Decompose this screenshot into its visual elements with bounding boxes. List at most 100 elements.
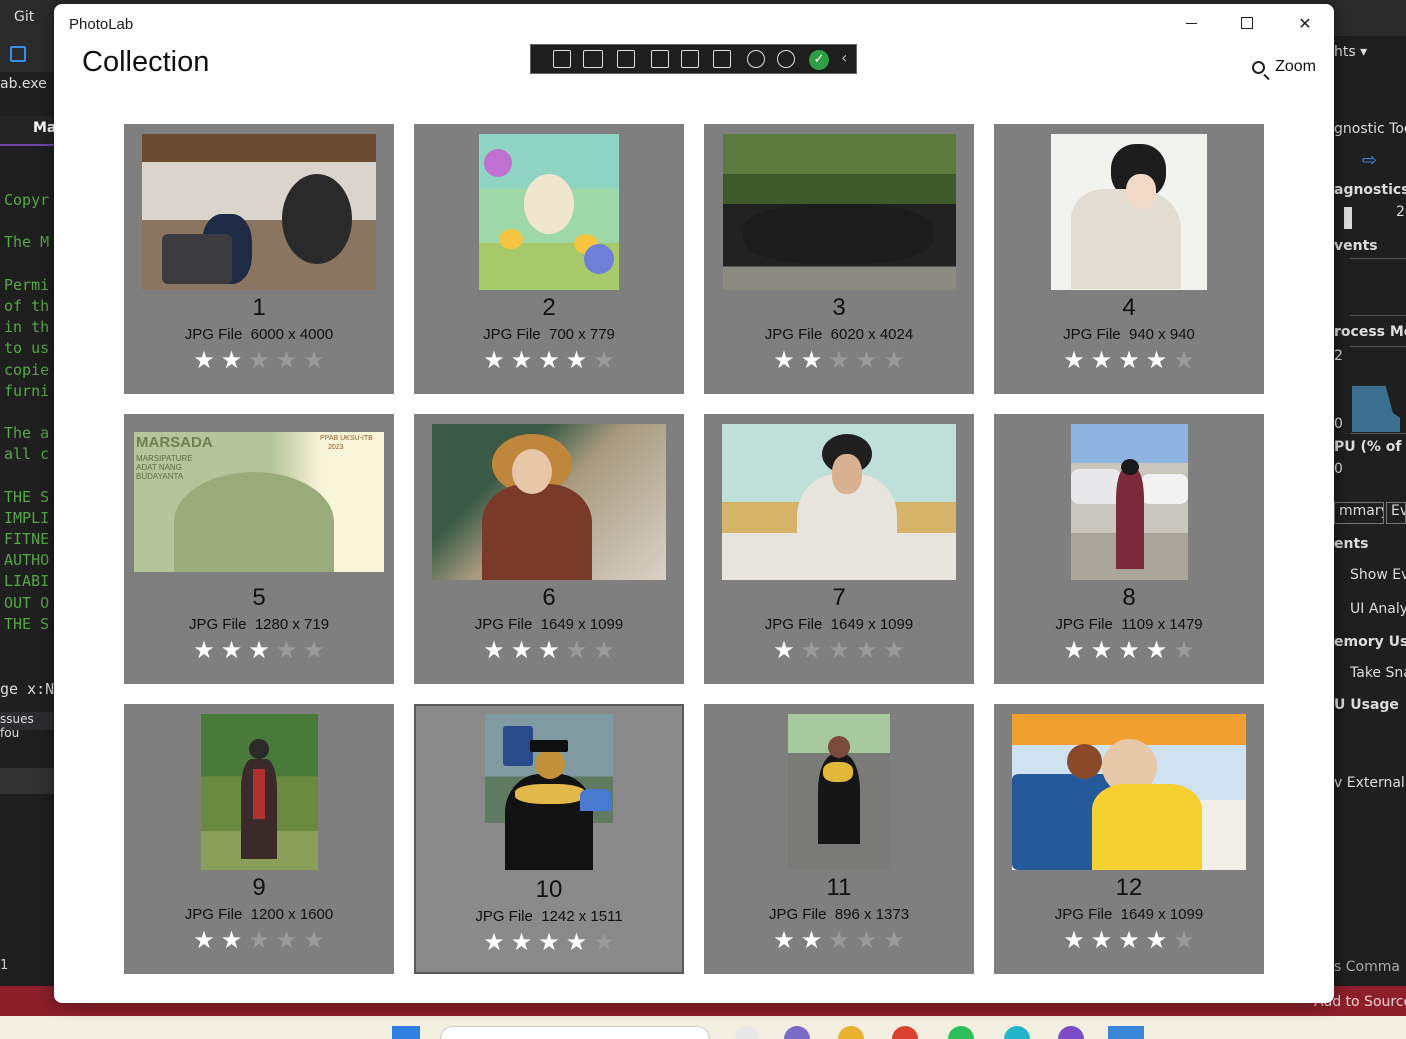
photo-card[interactable]: 12 JPG File 1649 x 1099 ★★★★★	[994, 704, 1264, 974]
photo-thumbnail[interactable]	[201, 714, 318, 870]
star-icon[interactable]: ★	[276, 926, 304, 954]
star-icon[interactable]: ★	[511, 636, 539, 664]
star-icon[interactable]: ★	[276, 636, 304, 664]
photo-card[interactable]: 10 JPG File 1242 x 1511 ★★★★★	[414, 704, 684, 974]
star-icon[interactable]: ★	[566, 636, 594, 664]
star-icon[interactable]: ★	[828, 926, 856, 954]
star-icon[interactable]: ★	[593, 928, 621, 956]
star-icon[interactable]: ★	[1063, 346, 1091, 374]
star-icon[interactable]: ★	[303, 636, 331, 664]
star-icon[interactable]: ★	[276, 346, 304, 374]
star-icon[interactable]: ★	[303, 926, 331, 954]
star-icon[interactable]: ★	[1118, 346, 1146, 374]
photo-thumbnail[interactable]	[1051, 134, 1207, 290]
star-icon[interactable]: ★	[1146, 636, 1174, 664]
star-icon[interactable]: ★	[193, 926, 221, 954]
taskbar-search[interactable]	[440, 1026, 710, 1039]
star-icon[interactable]: ★	[511, 346, 539, 374]
binding-failures-icon[interactable]	[713, 50, 731, 68]
code-editor[interactable]: Copyr The M Permi of th in th to us copie furni…	[4, 190, 49, 635]
export-icon[interactable]: ⇨	[1362, 150, 1382, 170]
star-icon[interactable]: ★	[1118, 636, 1146, 664]
star-icon[interactable]: ★	[483, 928, 511, 956]
photo-thumbnail[interactable]	[485, 714, 613, 870]
photo-card[interactable]: 11 JPG File 896 x 1373 ★★★★★	[704, 704, 974, 974]
track-focus-icon[interactable]	[681, 50, 699, 68]
photo-thumbnail[interactable]	[722, 424, 956, 580]
hot-reload-icon[interactable]	[747, 50, 765, 68]
tab-summary[interactable]: mmary	[1334, 502, 1384, 524]
star-icon[interactable]: ★	[483, 346, 511, 374]
rp-comma[interactable]: s Comma	[1334, 959, 1406, 975]
photo-thumbnail[interactable]	[1012, 714, 1246, 870]
star-icon[interactable]: ★	[193, 346, 221, 374]
photo-card[interactable]: 6 JPG File 1649 x 1099 ★★★★★	[414, 414, 684, 684]
rating-control[interactable]: ★★★★★	[704, 926, 974, 954]
star-icon[interactable]: ★	[593, 636, 621, 664]
star-icon[interactable]: ★	[883, 346, 911, 374]
photo-card[interactable]: 8 JPG File 1109 x 1479 ★★★★★	[994, 414, 1264, 684]
accessibility-icon[interactable]	[777, 50, 795, 68]
star-icon[interactable]: ★	[1063, 926, 1091, 954]
minimize-button[interactable]	[1162, 4, 1220, 42]
star-icon[interactable]: ★	[1063, 636, 1091, 664]
rating-control[interactable]: ★★★★★	[416, 928, 682, 956]
rating-control[interactable]: ★★★★★	[704, 346, 974, 374]
ui-analysis-link[interactable]: UI Analy	[1350, 601, 1406, 617]
tab-events[interactable]: Ev	[1386, 502, 1406, 524]
collapse-chevron-icon[interactable]: ‹	[841, 48, 847, 67]
star-icon[interactable]: ★	[303, 346, 331, 374]
rating-control[interactable]: ★★★★★	[414, 636, 684, 664]
star-icon[interactable]: ★	[801, 346, 829, 374]
live-visual-tree-icon[interactable]	[553, 50, 571, 68]
rating-control[interactable]: ★★★★★	[994, 926, 1264, 954]
star-icon[interactable]: ★	[773, 346, 801, 374]
star-icon[interactable]: ★	[248, 926, 276, 954]
photo-thumbnail[interactable]	[723, 134, 956, 290]
star-icon[interactable]: ★	[566, 346, 594, 374]
star-icon[interactable]: ★	[248, 636, 276, 664]
star-icon[interactable]: ★	[538, 928, 566, 956]
photo-card[interactable]: MARSADA MARSIPATURE ADAT NANG BUDAYANTA PPAB…	[124, 414, 394, 684]
issues-indicator[interactable]: ssues fou	[0, 712, 54, 740]
star-icon[interactable]: ★	[1091, 636, 1119, 664]
star-icon[interactable]: ★	[1091, 346, 1119, 374]
star-icon[interactable]: ★	[828, 636, 856, 664]
star-icon[interactable]: ★	[1118, 926, 1146, 954]
star-icon[interactable]: ★	[538, 636, 566, 664]
photo-card[interactable]: 4 JPG File 940 x 940 ★★★★★	[994, 124, 1264, 394]
zoom-button[interactable]: Zoom	[1252, 58, 1316, 76]
star-icon[interactable]: ★	[221, 346, 249, 374]
rp-external[interactable]: v External C	[1334, 775, 1406, 791]
star-icon[interactable]: ★	[801, 926, 829, 954]
photo-card[interactable]: 9 JPG File 1200 x 1600 ★★★★★	[124, 704, 394, 974]
star-icon[interactable]: ★	[593, 346, 621, 374]
photo-card[interactable]: 3 JPG File 6020 x 4024 ★★★★★	[704, 124, 974, 394]
ide-menu-git[interactable]: Git	[14, 9, 34, 25]
star-icon[interactable]: ★	[566, 928, 594, 956]
star-icon[interactable]: ★	[1173, 636, 1201, 664]
photo-thumbnail[interactable]	[479, 134, 619, 290]
rating-control[interactable]: ★★★★★	[994, 636, 1264, 664]
photolab-taskbar-icon[interactable]	[1108, 1026, 1144, 1039]
maximize-button[interactable]	[1218, 4, 1276, 42]
star-icon[interactable]: ★	[221, 926, 249, 954]
status-check-icon[interactable]: ✓	[809, 50, 829, 70]
rating-control[interactable]: ★★★★★	[704, 636, 974, 664]
photo-thumbnail[interactable]: MARSADA MARSIPATURE ADAT NANG BUDAYANTA PPAB…	[134, 432, 384, 572]
rp-menu[interactable]: hts ▾	[1334, 44, 1406, 60]
rating-control[interactable]: ★★★★★	[124, 346, 394, 374]
photo-thumbnail[interactable]	[788, 714, 890, 870]
show-events-link[interactable]: Show Eve	[1350, 567, 1406, 583]
star-icon[interactable]: ★	[483, 636, 511, 664]
rating-control[interactable]: ★★★★★	[124, 926, 394, 954]
star-icon[interactable]: ★	[773, 926, 801, 954]
star-icon[interactable]: ★	[221, 636, 249, 664]
take-snapshot-button[interactable]: Take Sna	[1350, 665, 1406, 681]
star-icon[interactable]: ★	[1091, 926, 1119, 954]
ide-target-file[interactable]: ab.exe	[0, 76, 47, 92]
photo-card[interactable]: 7 JPG File 1649 x 1099 ★★★★★	[704, 414, 974, 684]
select-element-icon[interactable]	[617, 50, 635, 68]
save-icon[interactable]	[10, 46, 26, 62]
photo-thumbnail[interactable]	[432, 424, 666, 580]
